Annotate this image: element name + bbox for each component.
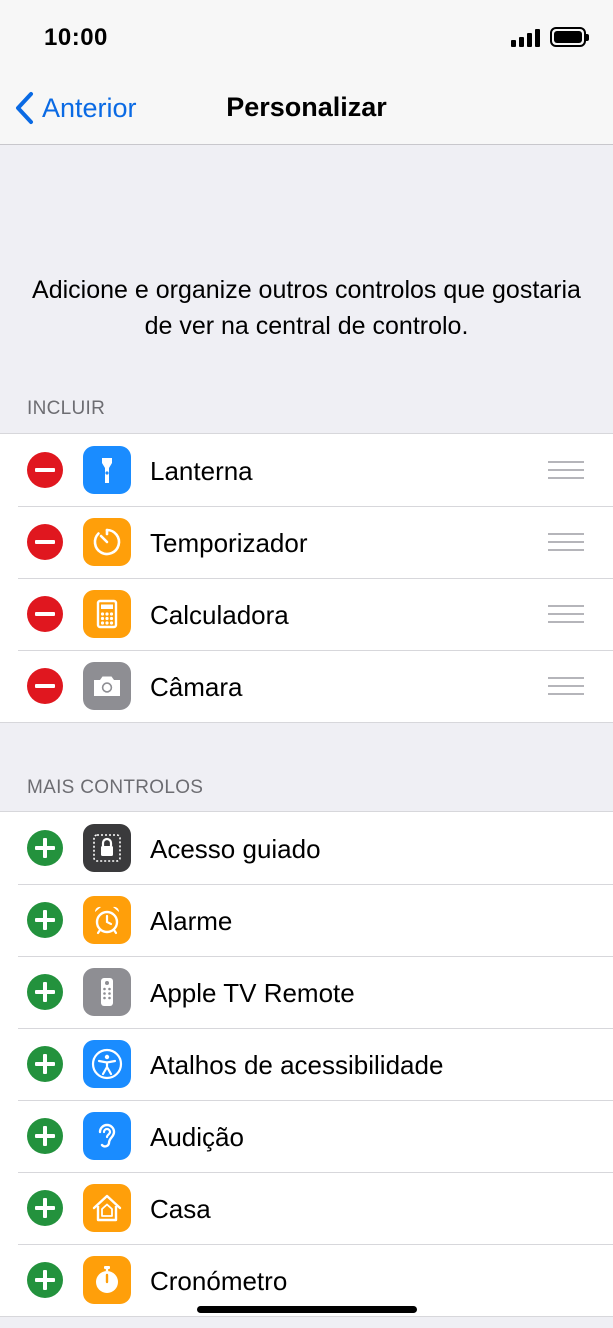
- alarm-clock-icon: [83, 896, 131, 944]
- lock-icon: [83, 824, 131, 872]
- status-bar: 10:00: [0, 0, 613, 72]
- add-button[interactable]: [27, 830, 63, 866]
- list-item-label: Temporizador: [150, 528, 308, 558]
- home-indicator[interactable]: [197, 1306, 417, 1313]
- status-time: 10:00: [44, 24, 108, 51]
- reorder-handle[interactable]: [548, 677, 584, 695]
- description-text: Adicione e organize outros controlos que…: [32, 276, 581, 340]
- list-item-label: Audição: [150, 1122, 244, 1152]
- reorder-handle[interactable]: [548, 605, 584, 623]
- battery-icon: [550, 27, 589, 47]
- section-header-more-controls: MAIS CONTROLOS: [27, 777, 204, 798]
- list-item-lanterna: Lanterna: [0, 434, 613, 506]
- list-item-alarme: Alarme: [0, 884, 613, 956]
- list-item-label: Cronómetro: [150, 1266, 288, 1296]
- list-item-label: Apple TV Remote: [150, 978, 355, 1008]
- camera-icon: [83, 662, 131, 710]
- add-button[interactable]: [27, 902, 63, 938]
- remote-icon: [83, 968, 131, 1016]
- list-item-label: Alarme: [150, 906, 233, 936]
- page-title: Personalizar: [226, 92, 387, 122]
- cellular-signal-icon: [511, 29, 541, 47]
- include-list: Lanterna Temporizador Calculadora Câmara: [0, 433, 613, 723]
- more-controls-list: Acesso guiado Alarme Apple TV Remote Ata…: [0, 811, 613, 1317]
- navigation-bar: Anterior Personalizar: [0, 72, 613, 145]
- remove-button[interactable]: [27, 452, 63, 488]
- list-item-calculadora: Calculadora: [0, 578, 613, 650]
- list-item-label: Acesso guiado: [150, 834, 321, 864]
- list-item-apple-tv-remote: Apple TV Remote: [0, 956, 613, 1028]
- stopwatch-icon: [83, 1256, 131, 1304]
- list-item-camara: Câmara: [0, 650, 613, 722]
- section-header-include: INCLUIR: [27, 398, 106, 419]
- home-icon: [83, 1184, 131, 1232]
- add-button[interactable]: [27, 974, 63, 1010]
- list-item-label: Casa: [150, 1194, 211, 1224]
- list-item-label: Câmara: [150, 672, 243, 702]
- list-item-audicao: Audição: [0, 1100, 613, 1172]
- remove-button[interactable]: [27, 668, 63, 704]
- timer-icon: [83, 518, 131, 566]
- reorder-handle[interactable]: [548, 461, 584, 479]
- add-button[interactable]: [27, 1262, 63, 1298]
- add-button[interactable]: [27, 1190, 63, 1226]
- list-item-label: Lanterna: [150, 456, 253, 486]
- list-item-acesso-guiado: Acesso guiado: [0, 812, 613, 884]
- calculator-icon: [83, 590, 131, 638]
- reorder-handle[interactable]: [548, 533, 584, 551]
- list-item-label: Atalhos de acessibilidade: [150, 1050, 444, 1080]
- add-button[interactable]: [27, 1046, 63, 1082]
- ear-icon: [83, 1112, 131, 1160]
- list-item-temporizador: Temporizador: [0, 506, 613, 578]
- flashlight-icon: [83, 446, 131, 494]
- remove-button[interactable]: [27, 596, 63, 632]
- list-item-casa: Casa: [0, 1172, 613, 1244]
- accessibility-icon: [83, 1040, 131, 1088]
- remove-button[interactable]: [27, 524, 63, 560]
- list-item-label: Calculadora: [150, 600, 289, 630]
- add-button[interactable]: [27, 1118, 63, 1154]
- list-item-atalhos-de-acessibilidade: Atalhos de acessibilidade: [0, 1028, 613, 1100]
